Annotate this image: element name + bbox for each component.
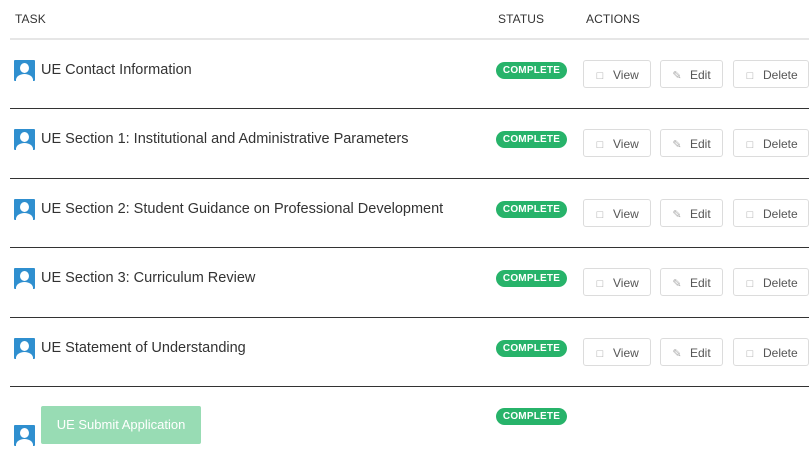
status-badge: COMPLETE xyxy=(496,340,567,357)
status-badge: COMPLETE xyxy=(496,62,567,79)
delete-button[interactable]: □ Delete xyxy=(733,338,809,366)
pencil-icon: ✎ xyxy=(672,70,682,82)
user-avatar-icon xyxy=(14,425,35,446)
pencil-icon: ✎ xyxy=(672,139,682,151)
delete-button[interactable]: □ Delete xyxy=(733,268,809,296)
edit-button[interactable]: ✎ Edit xyxy=(660,199,723,227)
view-label: View xyxy=(613,137,639,151)
view-document-icon: □ xyxy=(596,139,604,151)
edit-button[interactable]: ✎ Edit xyxy=(660,338,723,366)
table-row: UE Section 3: Curriculum Review COMPLETE… xyxy=(0,248,809,318)
view-button[interactable]: □ View xyxy=(583,199,651,227)
delete-label: Delete xyxy=(763,68,798,82)
edit-label: Edit xyxy=(690,276,711,290)
task-name: UE Section 3: Curriculum Review xyxy=(41,270,256,286)
trash-icon: □ xyxy=(746,348,754,360)
user-avatar-icon xyxy=(14,268,35,289)
view-label: View xyxy=(613,68,639,82)
delete-button[interactable]: □ Delete xyxy=(733,199,809,227)
delete-label: Delete xyxy=(763,207,798,221)
task-name: UE Contact Information xyxy=(41,62,192,78)
status-badge: COMPLETE xyxy=(496,408,567,425)
delete-label: Delete xyxy=(763,346,798,360)
user-avatar-icon xyxy=(14,129,35,150)
header-actions: ACTIONS xyxy=(586,12,641,26)
view-document-icon: □ xyxy=(596,209,604,221)
view-button[interactable]: □ View xyxy=(583,338,651,366)
header-task: TASK xyxy=(15,12,46,26)
status-badge: COMPLETE xyxy=(496,201,567,218)
submit-application-button[interactable]: UE Submit Application xyxy=(41,406,201,444)
delete-label: Delete xyxy=(763,276,798,290)
edit-button[interactable]: ✎ Edit xyxy=(660,268,723,296)
table-row: UE Section 1: Institutional and Administ… xyxy=(0,109,809,179)
status-badge: COMPLETE xyxy=(496,131,567,148)
view-label: View xyxy=(613,346,639,360)
view-button[interactable]: □ View xyxy=(583,60,651,88)
view-document-icon: □ xyxy=(596,70,604,82)
pencil-icon: ✎ xyxy=(672,278,682,290)
view-button[interactable]: □ View xyxy=(583,268,651,296)
edit-button[interactable]: ✎ Edit xyxy=(660,60,723,88)
edit-label: Edit xyxy=(690,207,711,221)
edit-label: Edit xyxy=(690,137,711,151)
trash-icon: □ xyxy=(746,139,754,151)
trash-icon: □ xyxy=(746,209,754,221)
task-name: UE Section 2: Student Guidance on Profes… xyxy=(41,201,444,217)
edit-button[interactable]: ✎ Edit xyxy=(660,129,723,157)
user-avatar-icon xyxy=(14,60,35,81)
task-name: UE Statement of Understanding xyxy=(41,340,246,356)
row-divider xyxy=(10,386,809,387)
view-document-icon: □ xyxy=(596,278,604,290)
pencil-icon: ✎ xyxy=(672,209,682,221)
table-row: UE Statement of Understanding COMPLETE □… xyxy=(0,318,809,387)
trash-icon: □ xyxy=(746,278,754,290)
edit-label: Edit xyxy=(690,68,711,82)
header-status: STATUS xyxy=(498,12,545,26)
user-avatar-icon xyxy=(14,199,35,220)
view-label: View xyxy=(613,276,639,290)
edit-label: Edit xyxy=(690,346,711,360)
pencil-icon: ✎ xyxy=(672,348,682,360)
user-avatar-icon xyxy=(14,338,35,359)
trash-icon: □ xyxy=(746,70,754,82)
delete-button[interactable]: □ Delete xyxy=(733,60,809,88)
view-document-icon: □ xyxy=(596,348,604,360)
delete-button[interactable]: □ Delete xyxy=(733,129,809,157)
delete-label: Delete xyxy=(763,137,798,151)
status-badge: COMPLETE xyxy=(496,270,567,287)
table-row: UE Section 2: Student Guidance on Profes… xyxy=(0,179,809,248)
view-button[interactable]: □ View xyxy=(583,129,651,157)
table-row: UE Contact Information COMPLETE □ View ✎ E… xyxy=(0,40,809,109)
task-name: UE Section 1: Institutional and Administ… xyxy=(41,131,409,147)
view-label: View xyxy=(613,207,639,221)
